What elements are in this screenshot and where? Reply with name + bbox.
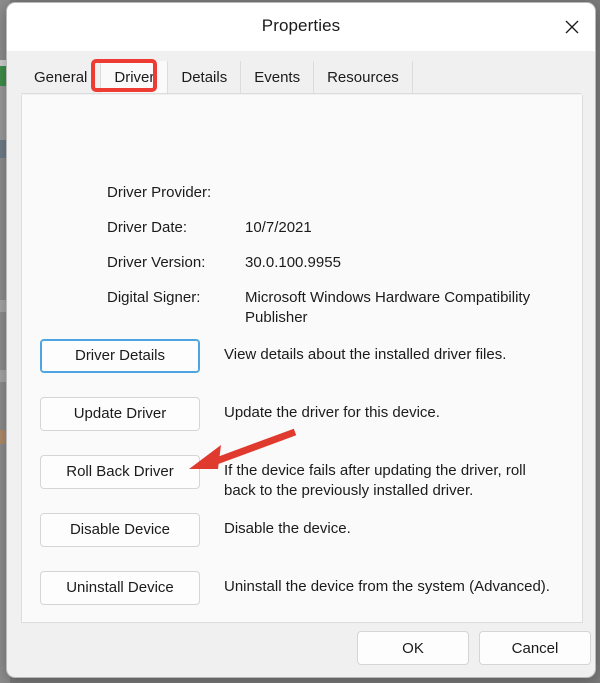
driver-date-value: 10/7/2021 — [245, 219, 312, 236]
driver-actions-list: Driver Details View details about the in… — [40, 339, 580, 629]
tab-resources[interactable]: Resources — [314, 61, 413, 94]
dialog-footer: OK Cancel — [7, 623, 595, 677]
tab-driver[interactable]: Driver — [101, 61, 169, 94]
disable-device-button[interactable]: Disable Device — [40, 513, 200, 547]
driver-details-row: Driver Details View details about the in… — [40, 339, 580, 397]
roll-back-driver-button[interactable]: Roll Back Driver — [40, 455, 200, 489]
disable-device-description: Disable the device. — [224, 520, 351, 537]
roll-back-driver-description: If the device fails after updating the d… — [224, 462, 526, 499]
title-bar: Properties — [7, 3, 595, 51]
driver-details-description: View details about the installed driver … — [224, 346, 507, 363]
driver-version-value: 30.0.100.9955 — [245, 254, 341, 271]
properties-dialog: Properties General Driver Details Events… — [6, 2, 596, 678]
uninstall-device-button[interactable]: Uninstall Device — [40, 571, 200, 605]
tab-strip: General Driver Details Events Resources — [7, 51, 595, 94]
tab-events[interactable]: Events — [241, 61, 315, 94]
uninstall-device-row: Uninstall Device Uninstall the device fr… — [40, 571, 580, 629]
driver-tab-panel: Driver Provider: Driver Date: 10/7/2021 … — [21, 95, 583, 623]
close-icon[interactable] — [549, 3, 595, 50]
digital-signer-label: Digital Signer: — [107, 289, 201, 306]
disable-device-row: Disable Device Disable the device. — [40, 513, 580, 571]
roll-back-driver-row: Roll Back Driver If the device fails aft… — [40, 455, 580, 513]
driver-version-label: Driver Version: — [107, 254, 206, 271]
tab-general[interactable]: General — [21, 61, 102, 94]
tab-strip-divider — [21, 93, 581, 94]
driver-version-row: Driver Version: 30.0.100.9955 — [107, 253, 547, 273]
driver-date-row: Driver Date: 10/7/2021 — [107, 218, 547, 238]
digital-signer-row: Digital Signer: Microsoft Windows Hardwa… — [107, 288, 547, 328]
update-driver-button[interactable]: Update Driver — [40, 397, 200, 431]
ok-button[interactable]: OK — [357, 631, 469, 665]
page-title: Properties — [261, 16, 341, 35]
tab-list: General Driver Details Events Resources — [21, 61, 413, 94]
digital-signer-value: Microsoft Windows Hardware Compatibility… — [245, 289, 531, 326]
uninstall-device-description: Uninstall the device from the system (Ad… — [224, 578, 550, 595]
driver-provider-label: Driver Provider: — [107, 184, 212, 201]
tab-details[interactable]: Details — [168, 61, 242, 94]
update-driver-description: Update the driver for this device. — [224, 404, 440, 421]
driver-info-list: Driver Provider: Driver Date: 10/7/2021 … — [107, 183, 547, 343]
driver-provider-row: Driver Provider: — [107, 183, 547, 203]
update-driver-row: Update Driver Update the driver for this… — [40, 397, 580, 455]
driver-date-label: Driver Date: — [107, 219, 188, 236]
driver-details-button[interactable]: Driver Details — [40, 339, 200, 373]
cancel-button[interactable]: Cancel — [479, 631, 591, 665]
